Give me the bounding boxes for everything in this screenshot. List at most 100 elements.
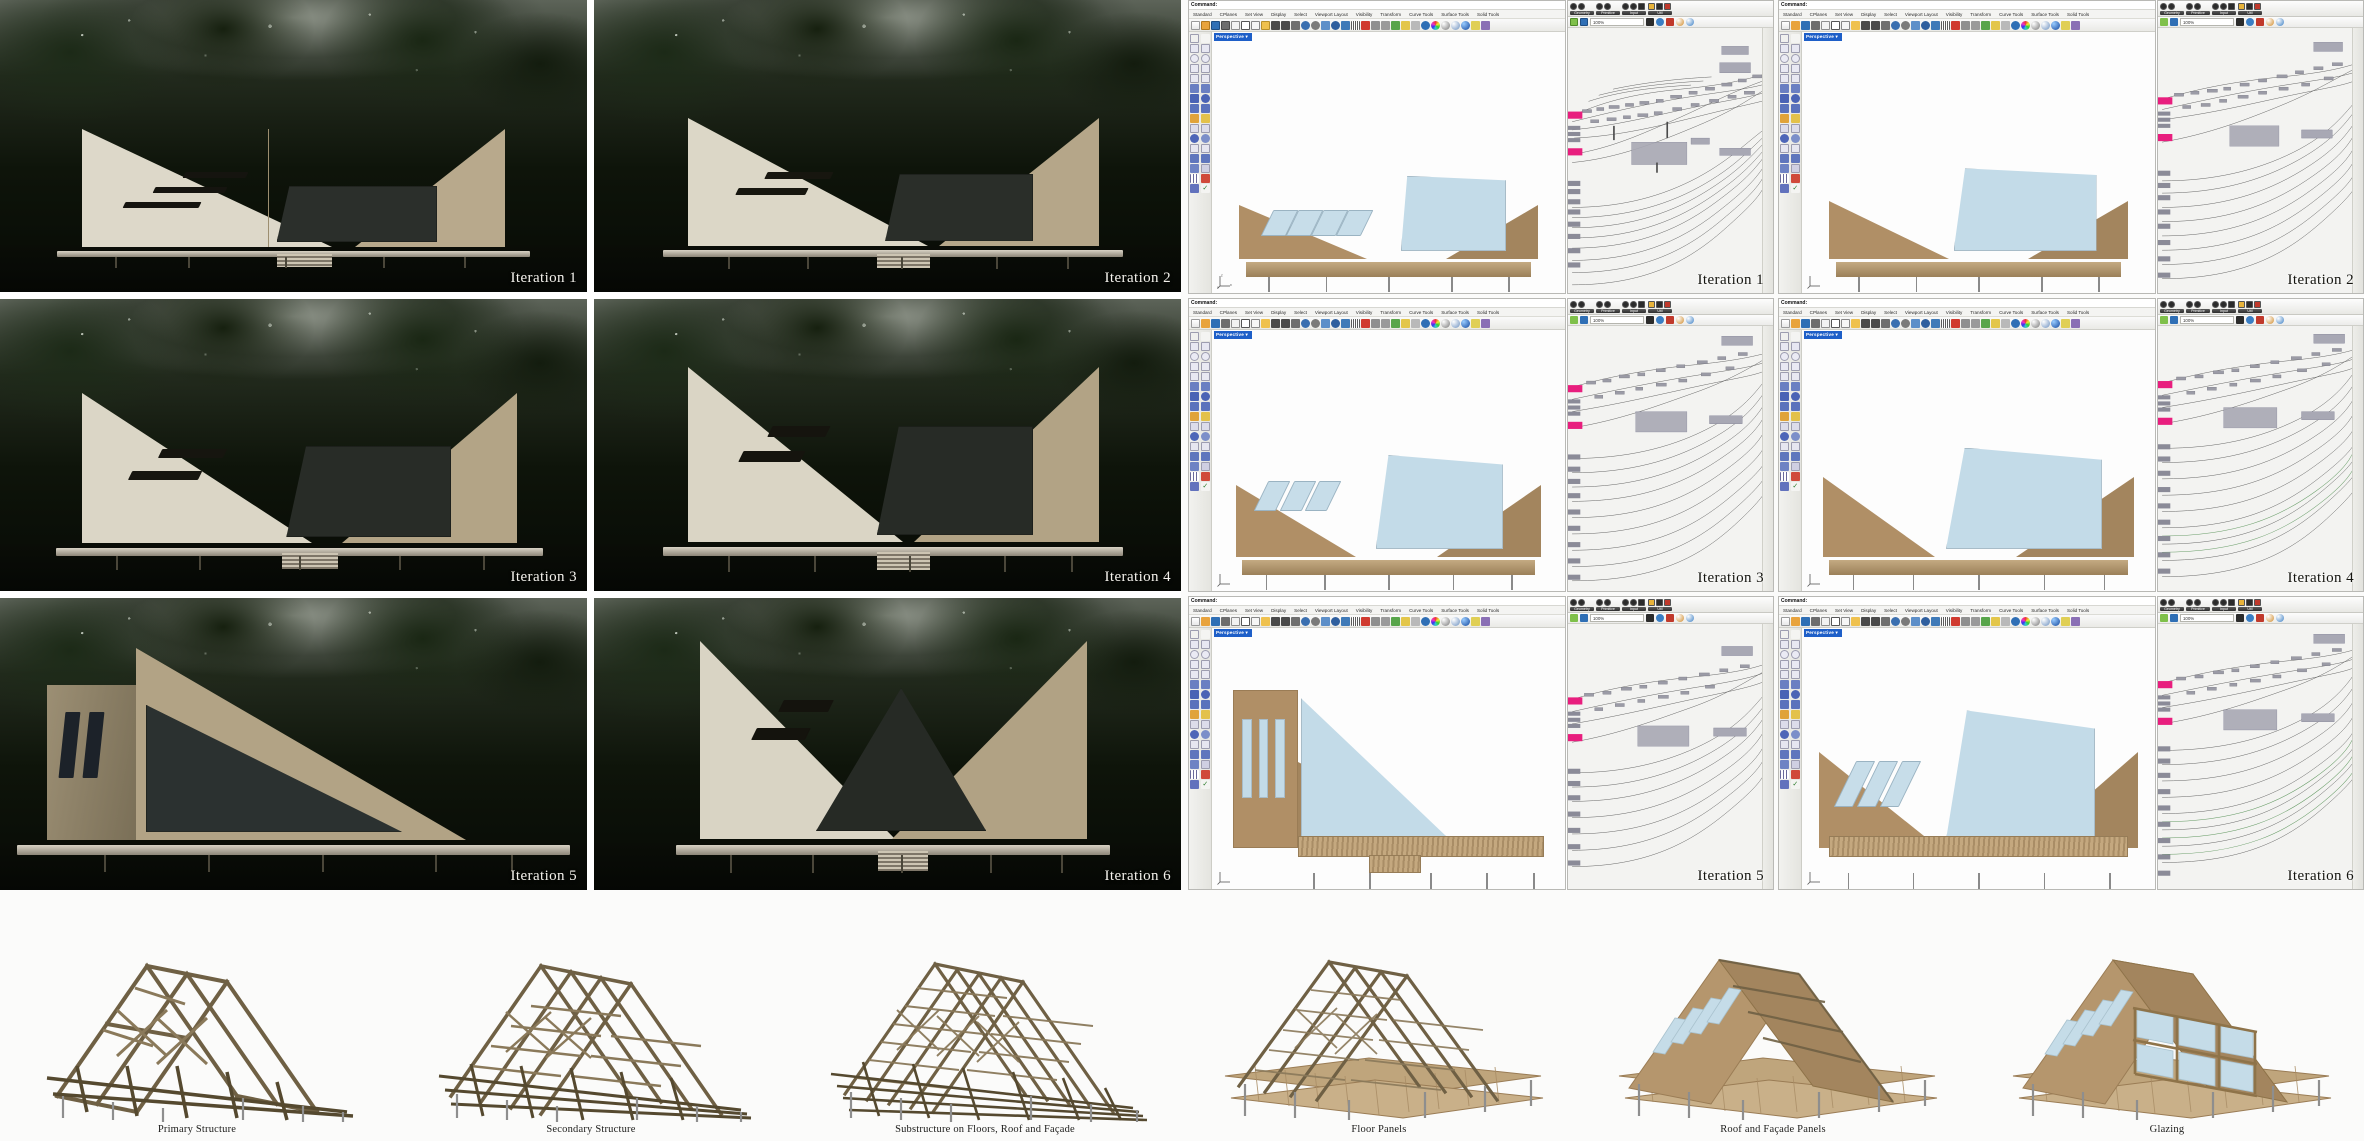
render-mode-icon[interactable]	[2265, 316, 2274, 324]
lock-icon[interactable]	[1411, 20, 1420, 30]
ribbon-category-label[interactable]: Input	[2211, 308, 2236, 313]
boolean-difference-icon[interactable]	[1200, 710, 1210, 719]
loft-icon[interactable]	[1790, 720, 1800, 729]
shade-icon[interactable]	[1441, 616, 1450, 626]
pan-icon[interactable]	[1311, 20, 1320, 30]
render-mode-icon[interactable]	[2265, 614, 2274, 622]
ribbon-group-input[interactable]: Input	[1621, 598, 1646, 611]
new-file-icon[interactable]	[1191, 616, 1200, 626]
rhino-menu-tab[interactable]: Display	[1857, 11, 1880, 16]
curve-icon[interactable]	[1961, 318, 1970, 328]
shaded-mode-icon[interactable]	[2275, 316, 2284, 324]
rhino-menu-tab[interactable]: Standard	[1779, 309, 1806, 314]
plane-icon[interactable]	[1981, 318, 1990, 328]
trim-icon[interactable]	[1780, 154, 1790, 163]
pan-icon[interactable]	[1577, 2, 1585, 10]
circle-icon[interactable]	[1780, 650, 1790, 659]
input-panel-icon[interactable]	[2227, 598, 2235, 606]
grasshopper-ribbon[interactable]: Geometry Primitive Input Util	[2157, 597, 2363, 613]
ribbon-group-primitive[interactable]: Primitive	[1595, 300, 1620, 313]
photo-panel-5[interactable]: Iteration 5	[0, 598, 587, 890]
light-icon[interactable]	[1991, 616, 2000, 626]
undo-icon[interactable]	[1271, 318, 1280, 328]
undo-icon[interactable]	[1861, 616, 1870, 626]
grasshopper-window[interactable]: Geometry Primitive Input Util 100%	[1566, 298, 1774, 592]
grid-snap-icon[interactable]	[1190, 770, 1200, 779]
box-icon[interactable]	[1780, 94, 1790, 103]
check-icon[interactable]: ✓	[1790, 482, 1800, 491]
rhino-viewport[interactable]: Perspective ▾	[1802, 32, 2155, 293]
revolve-icon[interactable]	[1790, 382, 1800, 391]
rotate-view-icon[interactable]	[1931, 318, 1940, 328]
move-icon[interactable]	[1291, 20, 1300, 30]
select-icon[interactable]	[1251, 318, 1260, 328]
light-icon[interactable]	[1401, 20, 1410, 30]
rhino-menu-tab[interactable]: Solid Tools	[1473, 11, 1503, 16]
scope-icon[interactable]	[2185, 300, 2193, 308]
rhino-menu-tab[interactable]: Visibility	[1352, 11, 1377, 16]
rhino-menu-bar[interactable]: Standard CPlanes Set View Display Select…	[1189, 308, 1565, 317]
print-icon[interactable]	[1221, 20, 1230, 30]
rhino-menu-tab[interactable]: Transform	[1376, 11, 1405, 16]
cone-icon[interactable]	[1790, 700, 1800, 709]
ribbon-category-label[interactable]: Primitive	[1595, 10, 1620, 15]
chevron-down-icon[interactable]: ▾	[1835, 332, 1838, 337]
lock-solver-icon[interactable]	[2159, 18, 2168, 26]
cad-panel-1[interactable]: Command: Standard CPlanes Set View Displ…	[1188, 0, 1774, 294]
zoom-icon[interactable]	[1301, 318, 1310, 328]
sphere-icon[interactable]	[1200, 392, 1210, 401]
dimension-icon[interactable]	[1790, 164, 1800, 173]
rhino-command-prompt[interactable]: Command:	[1189, 1, 1565, 10]
assembly-stage-1[interactable]: Primary Structure	[0, 890, 394, 1141]
lock-icon[interactable]	[1411, 318, 1420, 328]
paste-icon[interactable]	[1261, 20, 1270, 30]
rhino-window[interactable]: Command: Standard CPlanes Set View Displ…	[1188, 596, 1566, 890]
ribbon-group-input[interactable]: Input	[2211, 598, 2236, 611]
rhino-toolbar[interactable]	[1779, 317, 2155, 330]
layer-icon[interactable]	[1780, 184, 1790, 193]
draw-icons-icon[interactable]	[2255, 614, 2264, 622]
ribbon-group-util[interactable]: Util	[2237, 598, 2262, 611]
ribbon-group-input[interactable]: Input	[1621, 2, 1646, 15]
boolean-difference-icon[interactable]	[1200, 412, 1210, 421]
zoom-icon[interactable]	[1301, 616, 1310, 626]
render-mode-icon[interactable]	[1675, 316, 1684, 324]
slider-icon[interactable]	[2237, 598, 2245, 606]
plane-icon[interactable]	[1391, 318, 1400, 328]
grid-icon[interactable]	[1351, 318, 1360, 328]
lock-icon[interactable]	[1411, 616, 1420, 626]
close-icon[interactable]	[1569, 2, 1577, 10]
rhino-menu-tab[interactable]: Surface Tools	[2027, 11, 2063, 16]
ribbon-category-label[interactable]: Util	[1647, 308, 1672, 313]
rendered-icon[interactable]	[1461, 20, 1470, 30]
rhino-viewport[interactable]: Perspective ▾	[1212, 628, 1565, 889]
box-icon[interactable]	[1190, 690, 1200, 699]
loft-icon[interactable]	[1790, 422, 1800, 431]
rhino-menu-bar[interactable]: Standard CPlanes Set View Display Select…	[1779, 308, 2155, 317]
rhino-menu-tab[interactable]: Solid Tools	[2063, 11, 2093, 16]
cap-icon[interactable]	[1780, 164, 1790, 173]
eleven-icon[interactable]	[1629, 598, 1637, 606]
rhino-menu-tab[interactable]: Surface Tools	[1437, 309, 1473, 314]
plane-icon[interactable]	[1981, 616, 1990, 626]
point-icon[interactable]	[1790, 332, 1800, 341]
viewport-tab-perspective[interactable]: Perspective ▾	[1804, 629, 1842, 637]
rhino-menu-tab[interactable]: CPlanes	[1216, 11, 1241, 16]
ghosted-icon[interactable]	[1451, 616, 1460, 626]
viewport-tab-perspective[interactable]: Perspective ▾	[1804, 331, 1842, 339]
redo-icon[interactable]	[1871, 616, 1880, 626]
redo-icon[interactable]	[1871, 318, 1880, 328]
pan-icon[interactable]	[1901, 616, 1910, 626]
dimension-icon[interactable]	[1200, 760, 1210, 769]
grasshopper-canvas[interactable]	[1567, 28, 1773, 293]
pan-icon[interactable]	[2167, 2, 2175, 10]
zoom-extents-icon[interactable]	[1321, 616, 1330, 626]
rhino-toolbar[interactable]	[1189, 19, 1565, 32]
scale-icon[interactable]	[1200, 144, 1210, 153]
save-icon[interactable]	[1211, 20, 1220, 30]
polygon-icon[interactable]	[1190, 74, 1200, 83]
chevron-down-icon[interactable]: ▾	[1835, 34, 1838, 39]
layer-icon[interactable]	[1780, 482, 1790, 491]
grid-icon[interactable]	[1941, 318, 1950, 328]
close-icon[interactable]	[2159, 300, 2167, 308]
